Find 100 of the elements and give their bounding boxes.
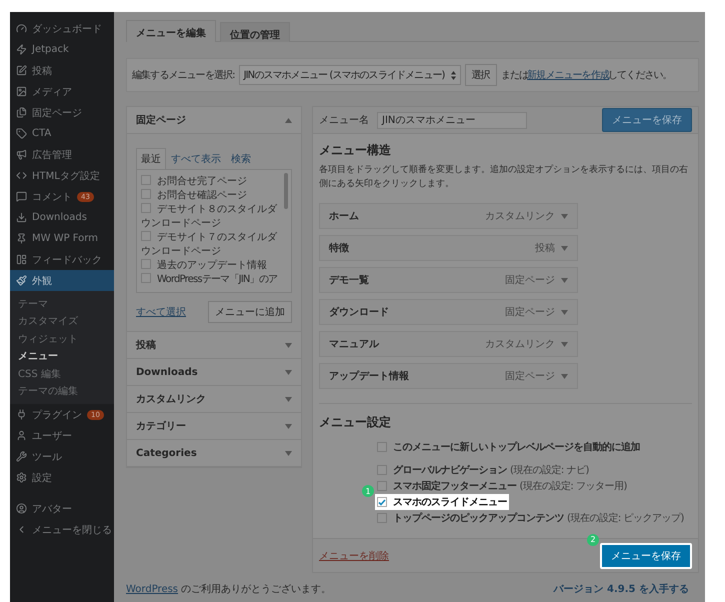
menu-name-label: メニュー名 xyxy=(319,114,369,127)
expand-arrow-icon[interactable] xyxy=(561,246,568,250)
checkbox[interactable] xyxy=(141,189,151,199)
location-option[interactable]: スマホのスライドメニュー xyxy=(375,494,509,510)
checkbox[interactable] xyxy=(141,175,151,185)
section-heading: メニュー構造 xyxy=(319,142,392,159)
submenu-item[interactable]: テーマ xyxy=(10,295,114,312)
menu-name-field[interactable]: JINのスマホメニュー xyxy=(377,112,527,128)
expand-arrow-icon[interactable] xyxy=(561,310,568,314)
submenu-item[interactable]: メニュー xyxy=(10,348,114,365)
sidebar-item[interactable]: Jetpack xyxy=(10,39,114,60)
create-menu-link[interactable]: 新規メニューを作成 xyxy=(527,68,609,82)
add-to-menu-button[interactable]: メニューに追加 xyxy=(208,301,292,323)
checkbox[interactable] xyxy=(377,465,387,475)
gauge-icon xyxy=(16,23,27,34)
location-option[interactable]: トップページのピックアップコンテンツ (現在の設定: ピックアップ) xyxy=(375,510,686,526)
sidebar-item[interactable]: 外観 xyxy=(10,270,114,291)
page-option[interactable]: デモサイト７のスタイルダウンロードページ xyxy=(141,231,282,259)
page-option[interactable]: デモサイト８のスタイルダウンロードページ xyxy=(141,203,282,231)
panel-icon xyxy=(16,254,27,265)
menu-item-row[interactable]: ダウンロード 固定ページ xyxy=(319,299,578,325)
dropdown-arrows-icon xyxy=(450,70,456,80)
filter-tab[interactable]: 検索 xyxy=(226,148,256,169)
delete-menu-link[interactable]: メニューを削除 xyxy=(319,548,389,562)
select-all-link[interactable]: すべて選択 xyxy=(136,305,186,319)
page-option[interactable]: WordPressテーマ「JIN」のア xyxy=(141,273,282,287)
expand-arrow-icon[interactable] xyxy=(561,278,568,282)
sidebar-item[interactable]: 広告管理 xyxy=(10,144,114,165)
sidebar-item[interactable]: ツール xyxy=(10,446,114,467)
location-option[interactable]: スマホ固定フッターメニュー (現在の設定: フッター用) xyxy=(375,478,629,494)
bolt-icon xyxy=(16,44,27,55)
sidebar-item[interactable]: HTMLタグ設定 xyxy=(10,165,114,186)
checkbox[interactable] xyxy=(377,497,387,507)
accordion-header[interactable]: 投稿 xyxy=(127,332,301,359)
checkbox[interactable] xyxy=(141,259,151,269)
sidebar-item[interactable]: CTA xyxy=(10,123,114,144)
collapse-arrow-icon[interactable] xyxy=(285,118,292,122)
location-option[interactable]: グローバルナビゲーション (現在の設定: ナビ) xyxy=(375,462,591,478)
checkbox[interactable] xyxy=(377,513,387,523)
save-menu-button[interactable]: メニューを保存 xyxy=(600,542,692,568)
checkbox[interactable] xyxy=(141,231,151,241)
menu-item-row[interactable]: マニュアル カスタムリンク xyxy=(319,331,578,357)
wordpress-link[interactable]: WordPress xyxy=(126,584,178,595)
menu-item-row[interactable]: ホーム カスタムリンク xyxy=(319,203,578,229)
accordion-header[interactable]: カスタムリンク xyxy=(127,386,301,413)
expand-arrow-icon[interactable] xyxy=(285,450,292,456)
filter-tab[interactable]: すべて表示 xyxy=(166,148,226,169)
checkbox[interactable] xyxy=(377,481,387,491)
user-icon xyxy=(16,430,27,441)
expand-arrow-icon[interactable] xyxy=(561,214,568,218)
accordion-header[interactable]: Downloads xyxy=(127,359,301,386)
select-label: 編集するメニューを選択: xyxy=(132,69,235,82)
expand-arrow-icon[interactable] xyxy=(285,342,292,348)
step-marker: 1 xyxy=(362,485,374,497)
page-option[interactable]: 過去のアップデート情報 xyxy=(141,259,282,273)
expand-arrow-icon[interactable] xyxy=(285,396,292,402)
sidebar-item[interactable]: ユーザー xyxy=(10,425,114,446)
sidebar-item[interactable]: アバター xyxy=(10,498,114,519)
filter-tab[interactable]: 最近 xyxy=(136,148,166,169)
sidebar-item[interactable]: 投稿 xyxy=(10,60,114,81)
auto-add-option[interactable]: このメニューに新しいトップレベルページを自動的に追加 xyxy=(375,439,642,455)
sidebar-item[interactable]: メニューを閉じる xyxy=(10,519,114,540)
or-text: または xyxy=(500,70,528,82)
submenu-item[interactable]: CSS 編集 xyxy=(10,365,114,382)
expand-arrow-icon[interactable] xyxy=(561,342,568,346)
megaphone-icon xyxy=(16,149,27,160)
expand-arrow-icon[interactable] xyxy=(285,424,292,428)
expand-arrow-icon[interactable] xyxy=(561,374,568,378)
menu-item-row[interactable]: 特徴 投稿 xyxy=(319,235,578,261)
submenu-item[interactable]: テーマの編集 xyxy=(10,382,114,400)
submenu-item[interactable]: ウィジェット xyxy=(10,330,114,348)
accordion-header[interactable]: 固定ページ xyxy=(127,107,301,134)
sidebar-item[interactable]: ダッシュボード xyxy=(10,18,114,39)
checkbox[interactable] xyxy=(141,203,151,213)
accordion-header[interactable]: カテゴリー xyxy=(127,413,301,440)
sidebar-item[interactable]: フィードバック xyxy=(10,249,114,270)
pin-icon xyxy=(16,233,27,244)
checkbox[interactable] xyxy=(377,442,387,452)
menu-dropdown[interactable]: JINのスマホメニュー (スマホのスライドメニュー) xyxy=(238,65,461,85)
tab[interactable]: 位置の管理 xyxy=(220,22,290,42)
submenu-item[interactable]: カスタマイズ xyxy=(10,312,114,330)
tab[interactable]: メニューを編集 xyxy=(126,20,216,42)
image-icon xyxy=(16,86,27,97)
select-button[interactable]: 選択 xyxy=(464,64,497,86)
sidebar-item[interactable]: MW WP Form xyxy=(10,228,114,249)
page-option[interactable]: お問合せ確認ページ xyxy=(141,189,282,203)
sidebar-item[interactable]: 設定 xyxy=(10,467,114,488)
menu-item-row[interactable]: デモ一覧 固定ページ xyxy=(319,267,578,293)
pen-icon xyxy=(16,65,27,76)
checkbox[interactable] xyxy=(141,273,151,283)
sidebar-item[interactable]: メディア xyxy=(10,81,114,102)
menu-item-row[interactable]: アップデート情報 固定ページ xyxy=(319,363,578,389)
page-option[interactable]: お問合せ完了ページ xyxy=(141,175,282,189)
sidebar-item[interactable]: 固定ページ xyxy=(10,102,114,123)
accordion-header[interactable]: Categories xyxy=(127,440,301,467)
sidebar-item[interactable]: Downloads xyxy=(10,207,114,228)
version-link[interactable]: バージョン 4.9.5 を入手する xyxy=(554,582,689,596)
save-menu-button[interactable]: メニューを保存 xyxy=(602,108,692,132)
expand-arrow-icon[interactable] xyxy=(285,370,292,374)
paintbrush-icon xyxy=(16,275,27,286)
